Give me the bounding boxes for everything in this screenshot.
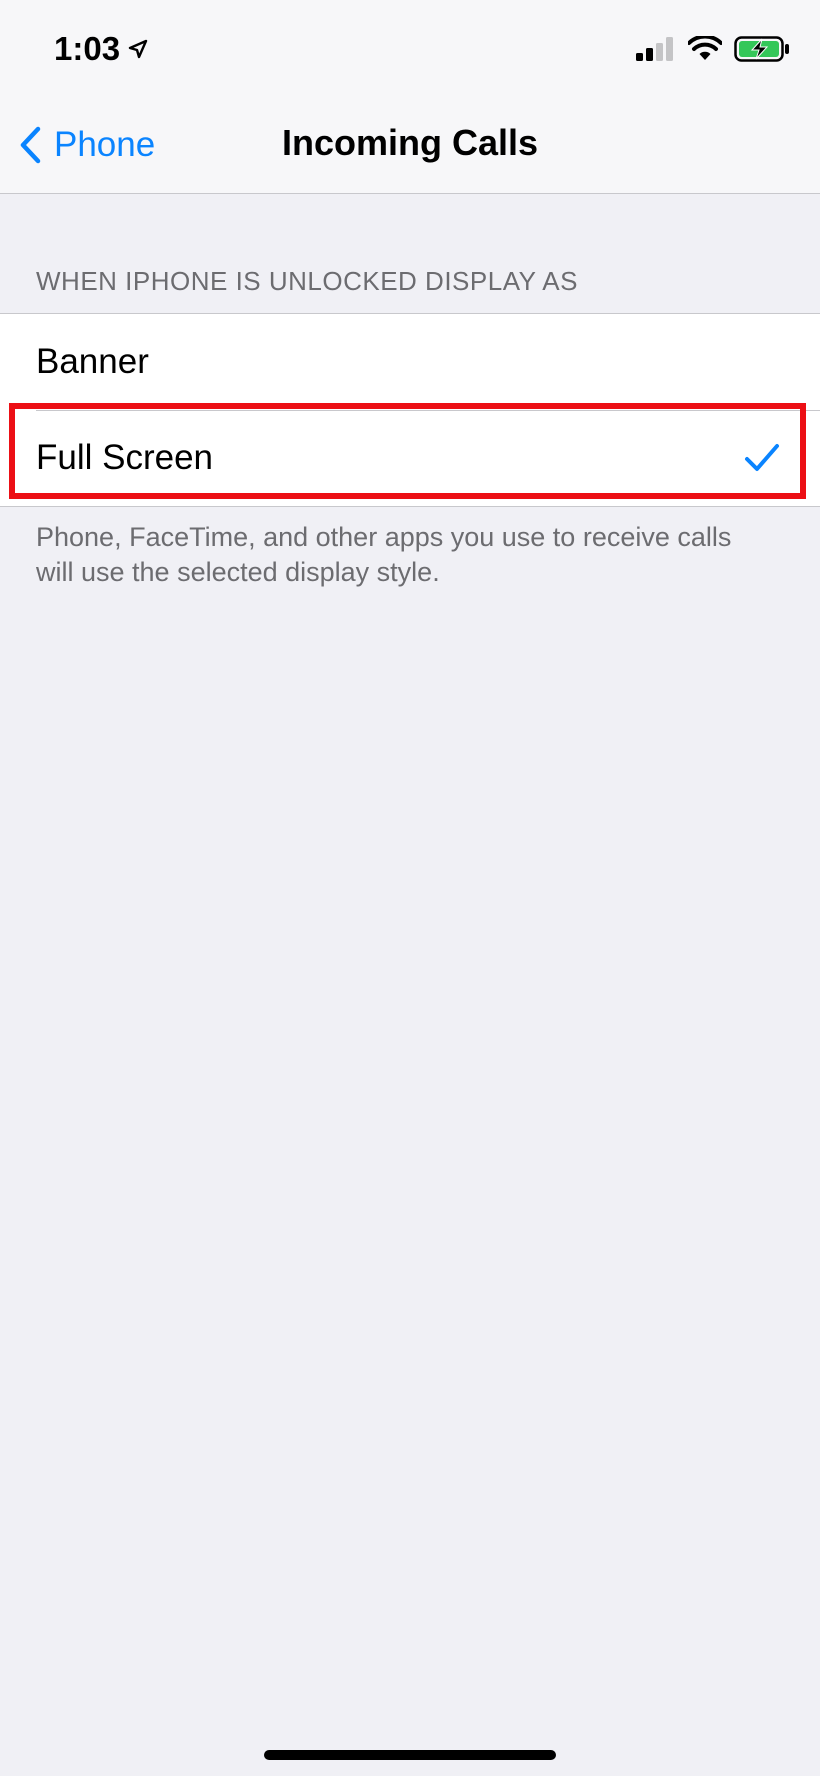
checkmark-icon	[745, 444, 779, 471]
battery-charging-icon	[734, 36, 789, 62]
home-indicator[interactable]	[264, 1750, 556, 1760]
status-time: 1:03	[54, 30, 121, 67]
option-full-screen-label: Full Screen	[36, 438, 214, 477]
option-banner[interactable]: Banner	[0, 314, 820, 410]
status-icons	[636, 36, 790, 62]
section-footer: Phone, FaceTime, and other apps you use …	[36, 522, 732, 587]
wifi-icon	[688, 36, 722, 60]
navigation-bar: Phone Incoming Calls	[0, 100, 820, 194]
section-header: WHEN IPHONE IS UNLOCKED DISPLAY AS	[36, 266, 578, 296]
status-time-group: 1:03	[54, 30, 148, 68]
cellular-signal-icon	[636, 37, 673, 61]
display-style-options: Banner Full Screen	[0, 313, 820, 507]
page-title: Incoming Calls	[281, 122, 539, 163]
option-banner-label: Banner	[36, 342, 149, 381]
option-full-screen[interactable]: Full Screen	[0, 410, 820, 506]
status-bar: 1:03	[0, 0, 820, 100]
location-arrow-icon	[128, 39, 148, 59]
